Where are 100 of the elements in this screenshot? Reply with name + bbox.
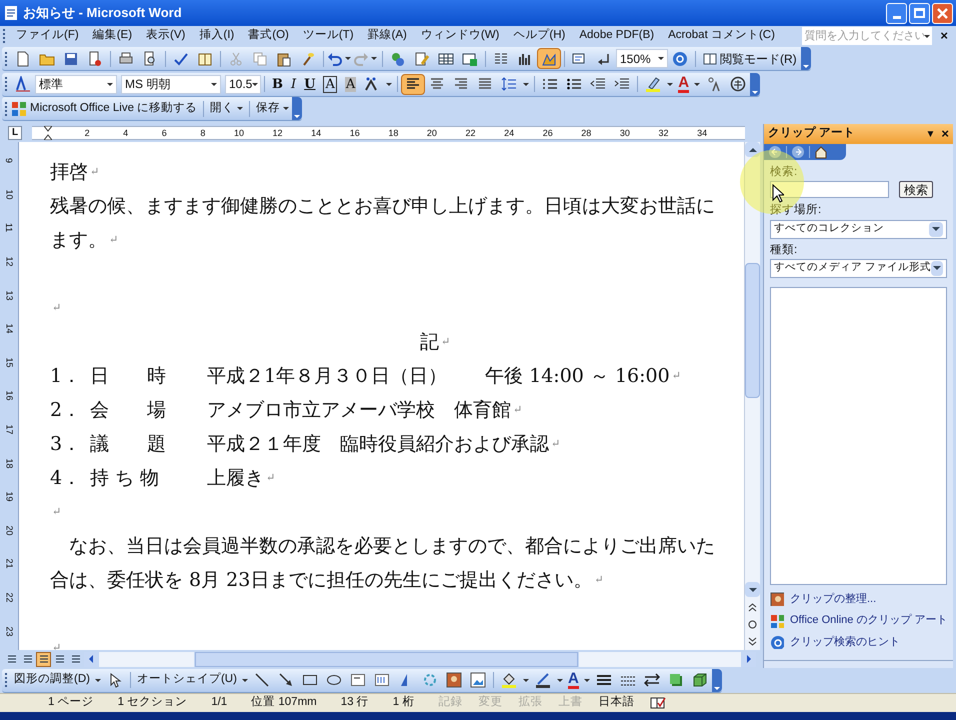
horizontal-scroll-thumb[interactable] (195, 652, 578, 666)
permission-icon[interactable] (87, 50, 103, 66)
dropdown-arrow-icon[interactable] (694, 82, 700, 86)
previous-page-icon[interactable] (748, 603, 757, 612)
toolbar-menu-button[interactable]: Microsoft Office Live に移動する (27, 100, 200, 118)
numbered-list-icon[interactable] (542, 76, 558, 92)
new-document-icon[interactable] (15, 50, 31, 66)
dropdown-arrow-icon[interactable] (556, 678, 563, 682)
toolbar-options-icon[interactable] (750, 72, 760, 96)
menu-item[interactable]: ヘルプ(H) (506, 27, 572, 45)
book-icon[interactable] (197, 50, 213, 66)
task-pane-menu-button[interactable]: ▼ (926, 126, 936, 142)
menu-item[interactable]: 表示(V) (139, 27, 192, 45)
menu-item[interactable]: 編集(E) (86, 27, 140, 45)
line-style-icon[interactable] (596, 672, 612, 688)
toolbar-options-icon[interactable] (292, 97, 302, 120)
dropdown-arrow-icon[interactable] (523, 82, 530, 86)
back-icon[interactable] (768, 145, 782, 159)
minimize-button[interactable] (886, 2, 907, 24)
zoom-dropdown[interactable]: 150% (616, 49, 668, 68)
picture-icon[interactable] (770, 592, 784, 606)
task-pane-close-button[interactable]: × (941, 124, 949, 144)
next-page-icon[interactable] (748, 637, 757, 646)
toolbar-options-icon[interactable] (712, 668, 722, 692)
toolbar-menu-button[interactable]: オートシェイプ(U) (134, 671, 240, 689)
dropdown-arrow-icon[interactable] (345, 57, 351, 60)
close-button[interactable] (932, 2, 953, 24)
cube-icon[interactable] (692, 672, 708, 688)
task-pane-link[interactable]: Office Online のクリップ アート (790, 612, 948, 629)
styles-icon[interactable] (15, 76, 31, 92)
menu-item[interactable]: Acrobat コメント(C) (661, 27, 782, 45)
shadow-icon[interactable] (668, 672, 684, 688)
line-color-icon[interactable] (534, 672, 551, 688)
wordart-icon[interactable] (374, 672, 390, 688)
dropdown-arrow-icon[interactable] (522, 678, 529, 682)
menu-item[interactable]: 書式(O) (241, 27, 296, 45)
toolbar-menu-button[interactable]: 図形の調整(D) (11, 671, 93, 689)
scroll-down-button[interactable] (745, 582, 760, 597)
picture-icon[interactable] (446, 672, 462, 688)
paste-icon[interactable] (276, 50, 292, 66)
search-button[interactable]: 検索 (899, 181, 933, 198)
menu-item[interactable]: ツール(T) (296, 27, 361, 45)
font-color-button[interactable]: A (568, 672, 579, 688)
office-live-icon[interactable] (770, 614, 784, 628)
enclosed-character-icon[interactable] (730, 76, 746, 92)
font-color-button[interactable]: A (678, 76, 690, 92)
word-document-icon[interactable] (3, 5, 19, 21)
browse-object-icon[interactable] (748, 620, 757, 629)
menu-item[interactable]: 挿入(I) (192, 27, 242, 45)
help-icon[interactable] (770, 635, 784, 649)
dropdown-arrow-icon[interactable] (667, 82, 674, 86)
table-icon[interactable] (438, 50, 454, 66)
media-type-dropdown[interactable]: すべてのメディア ファイル形式 (770, 258, 947, 278)
line-spacing-icon[interactable] (501, 76, 518, 92)
bullet-list-icon[interactable] (566, 76, 582, 92)
highlighter-icon[interactable] (645, 76, 662, 92)
character-shading-button[interactable]: A (344, 76, 356, 92)
arrow-icon[interactable] (278, 672, 294, 688)
dropdown-arrow-icon[interactable] (371, 57, 377, 60)
undo-icon[interactable] (327, 50, 343, 66)
oval-icon[interactable] (326, 672, 342, 688)
menu-item[interactable]: ファイル(F) (9, 27, 86, 45)
dropdown-arrow-icon[interactable] (94, 678, 101, 682)
underline-button[interactable]: U (304, 76, 316, 92)
close-icon[interactable] (937, 8, 948, 18)
help-icon[interactable] (672, 50, 688, 66)
task-pane-link[interactable]: クリップ検索のヒント (790, 634, 900, 650)
align-center-icon[interactable] (429, 76, 446, 92)
character-border-button[interactable]: A (323, 76, 337, 92)
checkmark-icon[interactable] (173, 50, 189, 66)
tab-selector[interactable]: L (8, 126, 22, 140)
task-pane-link[interactable]: クリップの整理... (790, 590, 876, 608)
menu-item[interactable]: 罫線(A) (360, 27, 414, 45)
toolbar-menu-button[interactable]: 保存 (253, 100, 292, 118)
dropdown-arrow-icon[interactable] (386, 82, 392, 86)
text-box-icon[interactable] (350, 672, 366, 688)
menu-item[interactable]: ウィンドウ(W) (414, 27, 506, 45)
reading-mode-button[interactable]: 閲覧モード(R) (699, 50, 801, 68)
fill-bucket-icon[interactable] (500, 672, 517, 688)
save-icon[interactable] (63, 50, 79, 66)
font-dropdown[interactable]: MS 明朝 (121, 74, 221, 94)
justify-icon[interactable] (477, 76, 494, 92)
image-icon[interactable] (470, 672, 486, 688)
align-left-icon[interactable] (405, 76, 422, 92)
scroll-thumb[interactable] (745, 263, 760, 398)
scroll-up-button[interactable] (745, 142, 760, 157)
office-live-icon[interactable] (11, 100, 27, 116)
toolbar-options-icon[interactable] (800, 47, 811, 70)
align-left-button[interactable] (401, 74, 426, 94)
bold-button[interactable]: B (272, 76, 283, 92)
printer-icon[interactable] (118, 50, 134, 66)
close-document-button[interactable]: × (940, 26, 948, 46)
forward-icon[interactable] (791, 145, 805, 159)
italic-button[interactable]: I (291, 76, 296, 92)
dropdown-arrow-icon[interactable] (584, 678, 590, 682)
hyperlink-icon[interactable] (390, 50, 406, 66)
help-search-field[interactable]: 質問を入力してください (802, 27, 932, 45)
align-right-icon[interactable] (453, 76, 470, 92)
search-field[interactable] (770, 181, 889, 198)
toolbar-menu-button[interactable]: 開く (207, 100, 246, 118)
